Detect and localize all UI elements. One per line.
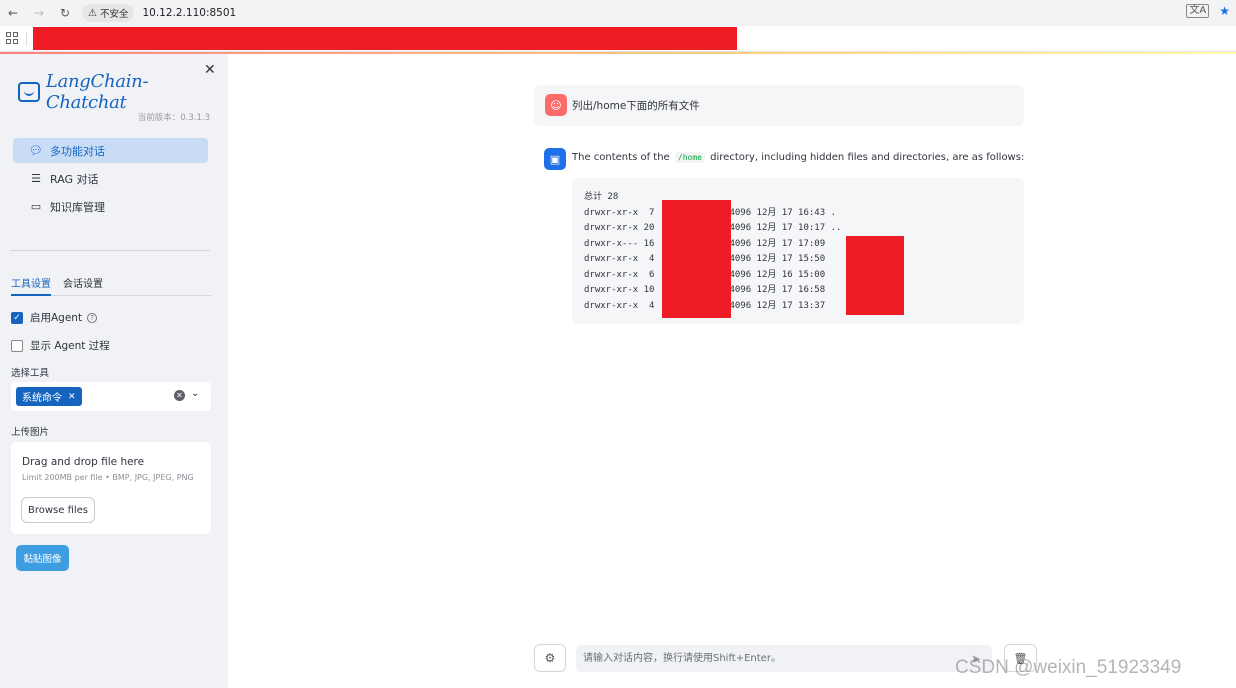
app-logo: LangChain-Chatchat bbox=[18, 71, 228, 113]
browse-files-button[interactable]: Browse files bbox=[21, 497, 95, 523]
assistant-text-after: directory, including hidden files and di… bbox=[710, 152, 1025, 163]
translate-icon[interactable]: 文A bbox=[1186, 4, 1210, 18]
settings-gear-button[interactable]: ⚙ bbox=[534, 644, 566, 672]
file-uploader-dropzone[interactable]: Drag and drop file here Limit 200MB per … bbox=[11, 442, 211, 534]
nav-item-label: RAG 对话 bbox=[50, 172, 99, 186]
code-line-right: 4096 12月 16 15:00 bbox=[729, 269, 826, 280]
user-avatar-icon: ☺ bbox=[545, 94, 567, 116]
code-line: drwxr-xr-x 4 4096 12月 17 13:37 bbox=[584, 299, 1024, 315]
code-line: 总计 28 bbox=[584, 190, 1024, 206]
code-line-left: drwxr-xr-x 7 bbox=[584, 207, 655, 218]
code-line-left: drwxr-xr-x 10 bbox=[584, 285, 655, 295]
nav-item-label: 知识库管理 bbox=[50, 200, 105, 214]
dropzone-title: Drag and drop file here bbox=[22, 456, 145, 468]
nav-item-multifunction-chat[interactable]: 💬︎ 多功能对话 bbox=[13, 138, 208, 163]
help-icon[interactable]: ? bbox=[87, 312, 98, 323]
apps-grid-icon[interactable] bbox=[6, 32, 18, 44]
chat-main: ☺ 列出/home下面的所有文件 ▣ The contents of the /… bbox=[228, 54, 1236, 688]
bookmark-star-icon[interactable]: ★ bbox=[1219, 4, 1230, 18]
code-line: drwxr-xr-x 4 4096 12月 17 15:50 bbox=[584, 252, 1024, 268]
user-message: ☺ 列出/home下面的所有文件 bbox=[534, 85, 1024, 126]
url-pill[interactable]: ⚠ 不安全 10.12.2.110:8501 bbox=[82, 3, 236, 23]
code-line-left: drwxr-xr-x 20 bbox=[584, 223, 655, 233]
chevron-down-icon[interactable]: ⌄ bbox=[191, 388, 199, 399]
redaction-block bbox=[33, 27, 737, 50]
user-message-text: 列出/home下面的所有文件 bbox=[572, 100, 700, 112]
inline-code-path: /home bbox=[674, 152, 705, 163]
sidebar-nav: 💬︎ 多功能对话 ☰ RAG 对话 ▭ 知识库管理 bbox=[13, 138, 208, 222]
bookmarks-separator bbox=[26, 32, 27, 46]
clear-selection-icon[interactable]: ✕ bbox=[174, 390, 185, 401]
security-badge[interactable]: ⚠ 不安全 bbox=[82, 4, 135, 22]
database-icon: ☰ bbox=[31, 172, 41, 185]
security-label: 不安全 bbox=[99, 9, 129, 20]
upload-image-label: 上传图片 bbox=[11, 427, 50, 438]
redaction-block bbox=[846, 236, 904, 315]
watermark: CSDN @weixin_51923349 bbox=[955, 657, 1182, 678]
code-line: drwxr-xr-x 7 4096 12月 17 16:43 . bbox=[584, 206, 1024, 222]
gear-icon: ⚙ bbox=[544, 651, 556, 665]
code-line-right: 4096 12月 17 16:43 . bbox=[729, 207, 836, 218]
settings-tabs: 工具设置 会话设置 bbox=[11, 274, 211, 296]
code-line-right: 4096 12月 17 13:37 bbox=[729, 300, 826, 311]
chip-label: 系统命令 bbox=[22, 393, 62, 404]
code-line-right: 4096 12月 17 17:09 bbox=[729, 238, 826, 249]
code-line: drwxr-x--- 16 4096 12月 17 17:09 bbox=[584, 237, 1024, 253]
bookmarks-bar bbox=[0, 26, 1236, 52]
nav-item-rag-chat[interactable]: ☰ RAG 对话 bbox=[13, 166, 208, 191]
forward-arrow-icon[interactable]: → bbox=[26, 6, 52, 20]
code-line-left: 总计 28 bbox=[584, 192, 619, 202]
nav-item-label: 多功能对话 bbox=[50, 144, 105, 158]
assistant-avatar-icon: ▣ bbox=[544, 148, 566, 170]
back-arrow-icon[interactable]: ← bbox=[0, 6, 26, 20]
redaction-block bbox=[662, 200, 731, 318]
reload-icon[interactable]: ↻ bbox=[52, 6, 78, 20]
logo-text: LangChain-Chatchat bbox=[45, 71, 149, 113]
chat-input[interactable] bbox=[576, 645, 992, 672]
code-line-left: drwxr-xr-x 6 bbox=[584, 269, 655, 280]
code-line: drwxr-xr-x 20 4096 12月 17 10:17 .. bbox=[584, 221, 1024, 237]
enable-agent-label: 启用Agent bbox=[30, 312, 83, 324]
sidebar: ✕ LangChain-Chatchat 当前版本：0.3.1.3 💬︎ 多功能… bbox=[0, 54, 228, 688]
code-line-left: drwxr-xr-x 4 bbox=[584, 300, 655, 311]
tools-multiselect[interactable]: 系统命令 ✕ ✕ ⌄ bbox=[11, 382, 211, 411]
select-tools-label: 选择工具 bbox=[11, 368, 50, 379]
version-label: 当前版本：0.3.1.3 bbox=[137, 113, 210, 123]
tab-tool-settings[interactable]: 工具设置 bbox=[11, 274, 51, 296]
hdd-stack-icon: ▭ bbox=[30, 200, 42, 213]
selected-tool-chip[interactable]: 系统命令 ✕ bbox=[16, 387, 82, 406]
enable-agent-checkbox-row[interactable]: ✓ 启用Agent ? bbox=[11, 310, 98, 325]
code-line-right: 4096 12月 17 10:17 .. bbox=[729, 223, 842, 233]
checkbox-checked-icon[interactable]: ✓ bbox=[11, 311, 23, 324]
code-block: 总计 28 drwxr-xr-x 7 4096 12月 17 16:43 . dr… bbox=[572, 178, 1024, 324]
show-agent-process-checkbox-row[interactable]: 显示 Agent 过程 bbox=[11, 338, 110, 353]
paste-image-button[interactable]: 黏贴图像 bbox=[16, 545, 69, 571]
chip-remove-icon[interactable]: ✕ bbox=[68, 392, 76, 402]
url-text[interactable]: 10.12.2.110:8501 bbox=[142, 7, 236, 19]
browser-address-bar: ← → ↻ ⚠ 不安全 10.12.2.110:8501 文A ★ bbox=[0, 0, 1236, 26]
dropzone-limit: Limit 200MB per file • BMP, JPG, JPEG, P… bbox=[22, 473, 194, 482]
tab-session-settings[interactable]: 会话设置 bbox=[63, 274, 103, 295]
code-line-left: drwxr-xr-x 4 bbox=[584, 254, 655, 264]
warning-icon: ⚠ bbox=[88, 7, 97, 19]
show-agent-process-label: 显示 Agent 过程 bbox=[30, 340, 110, 352]
speech-bubble-icon: 💬︎ bbox=[29, 144, 43, 157]
sidebar-divider bbox=[10, 250, 210, 251]
checkbox-unchecked-icon[interactable] bbox=[11, 339, 23, 352]
chat-logo-icon bbox=[18, 82, 40, 102]
code-line: drwxr-xr-x 10 4096 12月 17 16:58 bbox=[584, 283, 1024, 299]
code-line: drwxr-xr-x 6 4096 12月 16 15:00 bbox=[584, 268, 1024, 284]
nav-item-knowledge-base[interactable]: ▭ 知识库管理 bbox=[13, 194, 208, 219]
code-line-right: 4096 12月 17 15:50 bbox=[729, 254, 826, 264]
assistant-text-before: The contents of the bbox=[572, 152, 670, 163]
code-line-right: 4096 12月 17 16:58 bbox=[729, 285, 826, 295]
assistant-message-text: The contents of the /home directory, inc… bbox=[572, 152, 1024, 163]
code-line-left: drwxr-x--- 16 bbox=[584, 238, 655, 249]
